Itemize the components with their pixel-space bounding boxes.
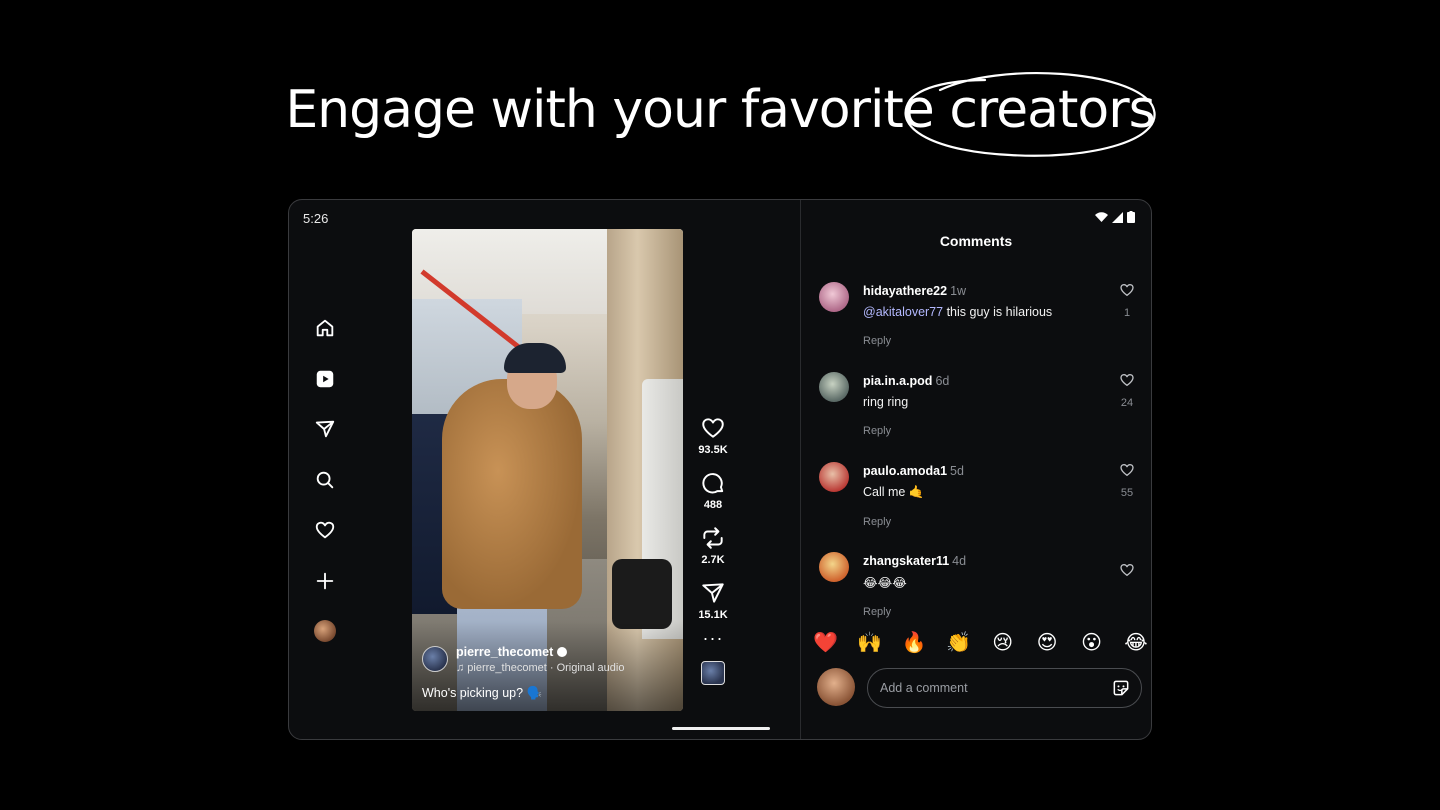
commenter-username[interactable]: zhangskater11 — [863, 554, 949, 568]
commenter-avatar[interactable] — [819, 372, 849, 402]
emoji-crying[interactable]: 😢 — [991, 630, 1015, 654]
video-caption: Who's picking up? 🗣️ — [422, 686, 543, 700]
emoji-heart-eyes[interactable]: 😍 — [1035, 630, 1059, 654]
search-icon[interactable] — [313, 468, 337, 492]
comment-like-count: 24 — [1120, 397, 1134, 409]
video-meta: pierre_thecomet ♫ pierre_thecomet · Orig… — [422, 643, 672, 701]
comment-mention[interactable]: @akitalover77 — [863, 305, 943, 319]
wifi-icon — [1095, 212, 1108, 222]
comment-text: ring ring — [863, 395, 909, 409]
more-options-icon[interactable]: ··· — [693, 629, 733, 647]
sticker-icon[interactable] — [1111, 678, 1131, 698]
reply-button[interactable]: Reply — [863, 335, 1103, 347]
audio-label[interactable]: ♫ pierre_thecomet · Original audio — [456, 662, 624, 674]
comment-text: 😂😂😂 — [863, 576, 907, 590]
heart-icon — [1120, 284, 1134, 296]
comment-count: 488 — [703, 499, 723, 511]
emoji-raised-hands[interactable]: 🙌 — [857, 630, 882, 654]
headline-section: Engage with your favorite creators — [0, 70, 1440, 160]
battery-icon — [1127, 211, 1135, 223]
comment-time: 1w — [950, 284, 967, 298]
verified-badge-icon — [557, 647, 568, 657]
comment-composer — [817, 668, 1142, 708]
profile-avatar[interactable] — [313, 619, 337, 643]
heart-icon — [1120, 564, 1134, 576]
commenter-avatar[interactable] — [819, 552, 849, 582]
comment-item: paulo.amoda1 5d Call me 🤙 Reply 55 — [819, 462, 1139, 542]
comment-like-count: 1 — [1123, 307, 1131, 319]
comment-time: 5d — [950, 464, 964, 478]
plus-icon[interactable] — [313, 569, 337, 593]
comment-button[interactable]: 488 — [693, 470, 733, 511]
comment-like-button[interactable] — [1115, 562, 1139, 587]
like-count: 93.5K — [698, 444, 728, 456]
comment-time: 4d — [952, 554, 967, 568]
reels-icon[interactable] — [313, 367, 337, 391]
comment-time: 6d — [935, 374, 950, 388]
author-avatar[interactable] — [422, 645, 448, 672]
side-nav — [313, 316, 337, 670]
comment-item: hidayathere22 1w @akitalover77 this guy i… — [819, 282, 1139, 362]
emoji-heart[interactable]: ❤️ — [813, 630, 838, 654]
comment-like-button[interactable]: 55 — [1115, 462, 1139, 499]
emoji-clap[interactable]: 👏 — [946, 630, 971, 654]
scribble-circle — [904, 72, 1156, 157]
reply-button[interactable]: Reply — [863, 606, 1103, 618]
self-avatar — [817, 668, 855, 706]
home-indicator[interactable] — [672, 727, 770, 730]
comments-title: Comments — [939, 233, 1013, 249]
comment-icon — [702, 473, 724, 494]
commenter-username[interactable]: paulo.amoda1 — [863, 464, 947, 478]
heart-icon — [1120, 464, 1134, 476]
comment-like-count: 55 — [1120, 487, 1134, 499]
repost-count: 2.7K — [701, 554, 725, 566]
commenter-username[interactable]: pia.in.a.pod — [863, 374, 932, 388]
comments-pane: Comments hidayathere22 1w @akitalover77 t… — [801, 200, 1151, 739]
share-button[interactable]: 15.1K — [693, 580, 733, 621]
reel-actions: 93.5K 488 2.7K 15.1K ··· — [693, 415, 733, 685]
comment-input-box — [867, 668, 1142, 708]
commenter-avatar[interactable] — [819, 282, 849, 312]
commenter-username[interactable]: hidayathere22 — [863, 284, 947, 298]
comment-like-button[interactable]: 24 — [1115, 372, 1139, 409]
comment-input[interactable] — [880, 669, 1100, 707]
comment-like-button[interactable]: 1 — [1115, 282, 1139, 319]
emoji-surprised[interactable]: 😮 — [1080, 630, 1104, 654]
author-username[interactable]: pierre_thecomet — [456, 645, 553, 659]
reply-button[interactable]: Reply — [863, 425, 1103, 437]
emoji-laughing[interactable]: 😂 — [1124, 630, 1148, 654]
repost-icon — [703, 527, 723, 549]
repost-button[interactable]: 2.7K — [693, 525, 733, 566]
profile-avatar-image — [314, 620, 336, 642]
send-icon — [702, 583, 724, 603]
home-icon[interactable] — [313, 316, 337, 340]
device-frame: 5:26 pierre_thecomet ♫ pierre_thecomet ·… — [288, 199, 1152, 740]
commenter-avatar[interactable] — [819, 462, 849, 492]
comment-item: zhangskater11 4d 😂😂😂 Reply — [819, 552, 1139, 632]
comment-item: pia.in.a.pod 6d ring ring Reply 24 — [819, 372, 1139, 452]
audio-thumbnail[interactable] — [701, 661, 725, 685]
comment-text: this guy is hilarious — [943, 305, 1053, 319]
heart-icon[interactable] — [313, 518, 337, 542]
quick-reaction-bar: ❤️ 🙌 🔥 👏 😢 😍 😮 😂 — [813, 630, 1148, 654]
emoji-fire[interactable]: 🔥 — [902, 630, 927, 654]
video-pane: 5:26 pierre_thecomet ♫ pierre_thecomet ·… — [289, 200, 800, 739]
comment-text: Call me 🤙 — [863, 485, 925, 499]
signal-icon — [1112, 211, 1123, 223]
status-icons — [1095, 211, 1135, 223]
headline: Engage with your favorite creators — [285, 80, 1155, 140]
status-time: 5:26 — [303, 211, 329, 226]
reply-button[interactable]: Reply — [863, 516, 1103, 528]
heart-icon — [1120, 374, 1134, 386]
share-count: 15.1K — [698, 609, 728, 621]
reel-video[interactable]: pierre_thecomet ♫ pierre_thecomet · Orig… — [412, 229, 683, 711]
heart-icon — [702, 418, 724, 438]
send-icon[interactable] — [313, 417, 337, 441]
like-button[interactable]: 93.5K — [693, 415, 733, 456]
